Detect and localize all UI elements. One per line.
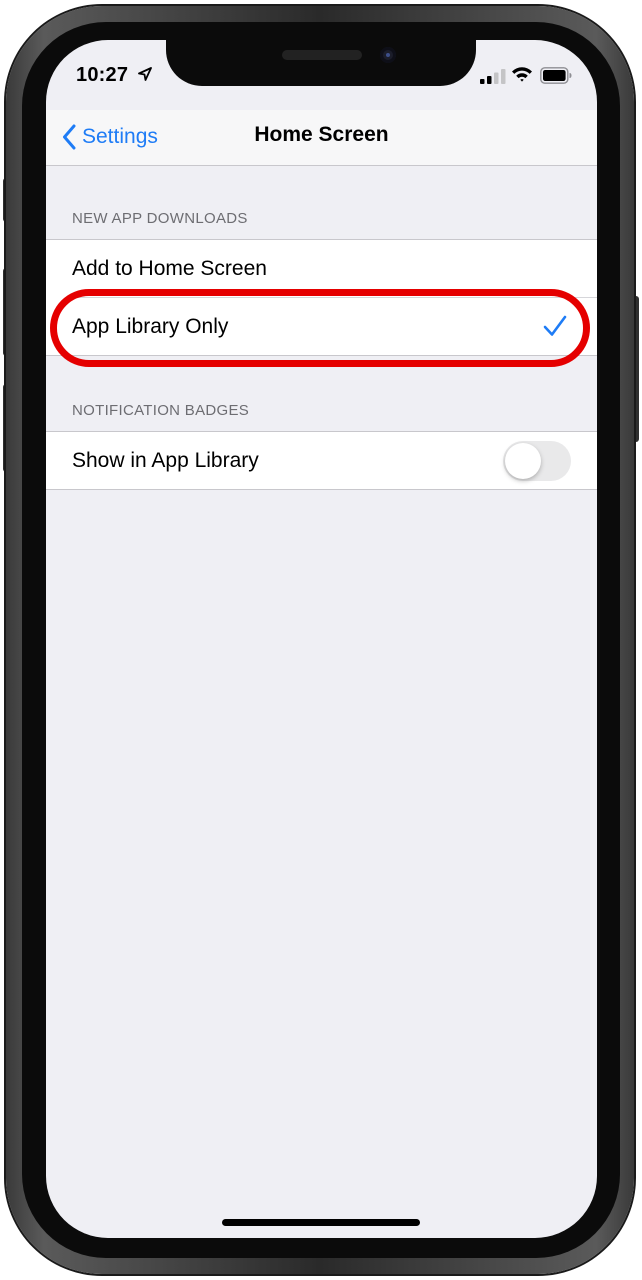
section-header-notification-badges: NOTIFICATION BADGES bbox=[72, 402, 250, 419]
toggle-knob bbox=[505, 443, 541, 479]
battery-icon bbox=[540, 67, 572, 84]
earpiece-speaker bbox=[282, 50, 362, 60]
status-time: 10:27 bbox=[76, 64, 129, 86]
row-label: Show in App Library bbox=[72, 448, 259, 472]
option-app-library-only[interactable]: App Library Only bbox=[72, 297, 597, 355]
option-label: Add to Home Screen bbox=[72, 256, 267, 280]
notification-badges-group: Show in App Library bbox=[46, 431, 597, 490]
section-header-new-app-downloads: NEW APP DOWNLOADS bbox=[72, 210, 248, 227]
checkmark-icon bbox=[543, 315, 567, 336]
option-label: App Library Only bbox=[72, 314, 229, 338]
show-in-app-library-toggle[interactable] bbox=[503, 441, 571, 481]
cellular-signal-icon bbox=[480, 69, 506, 84]
page-title: Home Screen bbox=[254, 123, 389, 146]
wifi-icon bbox=[512, 67, 532, 82]
home-indicator[interactable] bbox=[222, 1219, 420, 1226]
option-add-to-home-screen[interactable]: Add to Home Screen bbox=[46, 240, 597, 297]
front-camera bbox=[380, 47, 396, 63]
navigation-bar: Settings Home Screen bbox=[46, 110, 597, 166]
new-app-downloads-group: Add to Home Screen App Library Only bbox=[46, 239, 597, 356]
location-arrow-icon bbox=[138, 67, 152, 81]
row-show-in-app-library: Show in App Library bbox=[46, 432, 597, 489]
notch bbox=[166, 40, 476, 86]
